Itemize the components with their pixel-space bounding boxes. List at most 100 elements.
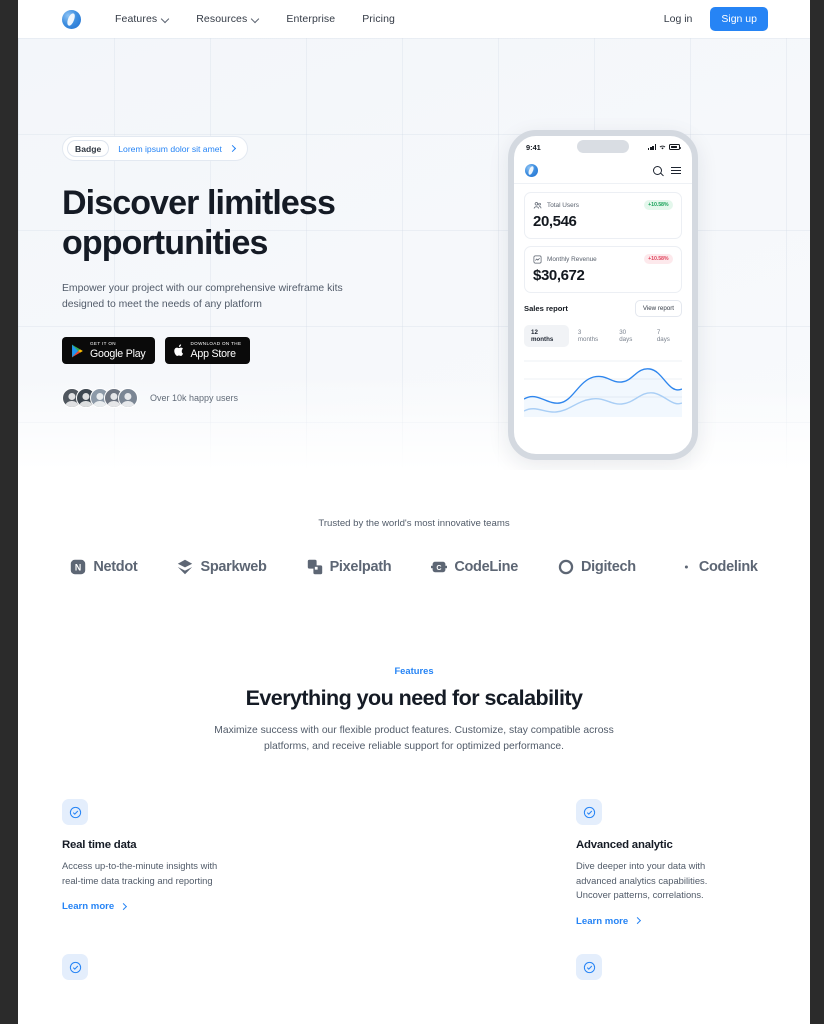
signup-button[interactable]: Sign up <box>710 7 768 31</box>
stat-label: Total Users <box>547 201 579 209</box>
learn-more-link[interactable]: Learn more <box>576 916 736 927</box>
logo-label: Pixelpath <box>329 559 392 575</box>
feature-icon-box <box>62 954 88 980</box>
chevron-right-icon <box>635 918 641 924</box>
google-play-button[interactable]: GET IT ON Google Play <box>62 337 155 364</box>
google-play-icon <box>72 344 83 357</box>
digitech-icon <box>558 559 574 575</box>
chevron-right-icon <box>121 904 127 910</box>
menu-icon[interactable] <box>671 166 681 175</box>
feature-title: Real time data <box>62 839 137 851</box>
features-eyebrow: Features <box>394 665 434 676</box>
app-store-button[interactable]: Download on the App Store <box>164 337 251 364</box>
stat-card-monthly-revenue: Monthly Revenue +10.58% $30,672 <box>524 246 682 293</box>
search-icon[interactable] <box>653 166 662 175</box>
check-circle-icon <box>69 961 81 973</box>
view-report-button[interactable]: View report <box>634 300 682 317</box>
users-icon <box>533 201 542 209</box>
feature-icon-box <box>576 799 602 825</box>
battery-icon <box>669 144 682 150</box>
status-time: 9:41 <box>526 142 541 152</box>
phone-app-bar <box>514 158 692 184</box>
nav-item-enterprise[interactable]: Enterprise <box>286 13 335 25</box>
logos-title: Trusted by the world's most innovative t… <box>318 518 510 529</box>
nav-links: Features Resources Enterprise Pricing <box>115 13 395 25</box>
sparkweb-icon <box>178 559 193 575</box>
netdot-icon: N <box>71 559 86 575</box>
signal-icon <box>648 144 656 150</box>
tab-12-months[interactable]: 12 months <box>524 325 569 347</box>
feature-description: Dive deeper into your data with advanced… <box>576 860 708 900</box>
tab-30-days[interactable]: 30 days <box>612 325 648 347</box>
hero-content: Badge Lorem ipsum dolor sit amet Discove… <box>62 136 392 408</box>
codelink-icon <box>677 560 688 574</box>
nav-item-resources[interactable]: Resources <box>196 13 259 25</box>
logo-label: Codelink <box>698 559 758 575</box>
avatar-group <box>62 388 138 408</box>
logos-section: Trusted by the world's most innovative t… <box>18 470 810 575</box>
store-small-label: Download on the <box>190 340 242 346</box>
status-badge: +10.58% <box>643 254 673 264</box>
logo-codeline: C CodeLine <box>431 559 518 575</box>
stat-card-total-users: Total Users +10.58% 20,546 <box>524 192 682 239</box>
app-logo-icon <box>525 164 538 177</box>
hero-phone-mockup: 9:41 Total Users +10.58% 20,546 Monthly … <box>508 130 698 460</box>
page-root: Features Resources Enterprise Pricing Lo… <box>18 0 810 1024</box>
features-section: Features Everything you need for scalabi… <box>18 575 810 1019</box>
feature-title: Advanced analytic <box>576 839 673 851</box>
nav-item-pricing[interactable]: Pricing <box>362 13 395 25</box>
sales-chart-svg <box>523 360 683 417</box>
learn-more-label: Learn more <box>62 901 115 912</box>
nav-actions: Log in Sign up <box>664 7 768 31</box>
hero-subtitle: Empower your project with our comprehens… <box>62 283 343 310</box>
phone-status-bar: 9:41 <box>514 136 692 158</box>
feature-icon-box <box>576 954 602 980</box>
stat-label: Monthly Revenue <box>547 255 597 263</box>
hero-badge-chip: Badge <box>67 140 110 157</box>
nav-item-label: Enterprise <box>286 13 336 25</box>
store-small-label: GET IT ON <box>90 340 116 346</box>
stat-value: $30,672 <box>533 267 585 284</box>
store-big-label: Google Play <box>90 347 146 360</box>
hero-badge[interactable]: Badge Lorem ipsum dolor sit amet <box>62 136 248 161</box>
svg-text:N: N <box>75 562 81 572</box>
store-buttons: GET IT ON Google Play Download on the Ap… <box>62 337 392 364</box>
feature-card-advanced-analytic: Advanced analytic Dive deeper into your … <box>576 799 736 927</box>
logo-digitech: Digitech <box>558 559 636 575</box>
logos-row: N Netdot Sparkweb Pixelpath C CodeLine D… <box>18 559 810 575</box>
logo-label: Netdot <box>93 559 138 575</box>
learn-more-link[interactable]: Learn more <box>62 901 222 912</box>
feature-description: Access up-to-the-minute insights with re… <box>62 860 218 886</box>
chevron-right-icon <box>230 146 236 152</box>
nav-item-label: Features <box>115 13 158 25</box>
features-title: Everything you need for scalability <box>245 686 583 710</box>
status-indicators <box>648 144 682 150</box>
feature-icon-box <box>62 799 88 825</box>
logo-codelink: Codelink <box>676 559 758 575</box>
logo-netdot: N Netdot <box>70 559 138 575</box>
logo-label: Digitech <box>581 559 636 575</box>
brand-logo-icon[interactable] <box>62 9 81 29</box>
sales-report-title: Sales report <box>524 304 568 313</box>
check-circle-icon <box>69 806 81 818</box>
app-bar-actions <box>653 166 681 175</box>
feature-card-partial-left <box>62 954 222 980</box>
nav-item-features[interactable]: Features <box>115 13 169 25</box>
phone-notch <box>577 140 629 153</box>
feature-card-real-time-data: Real time data Access up-to-the-minute i… <box>62 799 222 912</box>
top-navigation: Features Resources Enterprise Pricing Lo… <box>18 0 810 38</box>
time-range-tabs: 12 months 3 months 30 days 7 days <box>524 325 682 347</box>
nav-item-label: Resources <box>196 13 248 25</box>
logo-sparkweb: Sparkweb <box>177 559 267 575</box>
tab-3-months[interactable]: 3 months <box>571 325 610 347</box>
hero-badge-text: Lorem ipsum dolor sit amet <box>118 143 222 154</box>
wifi-icon <box>659 145 666 150</box>
tab-7-days[interactable]: 7 days <box>650 325 682 347</box>
chevron-down-icon <box>252 16 259 23</box>
svg-text:C: C <box>437 563 442 572</box>
nav-item-label: Pricing <box>362 13 395 25</box>
login-link[interactable]: Log in <box>664 13 693 25</box>
learn-more-label: Learn more <box>576 915 629 927</box>
logo-pixelpath: Pixelpath <box>307 559 392 575</box>
chart-icon <box>533 255 542 263</box>
